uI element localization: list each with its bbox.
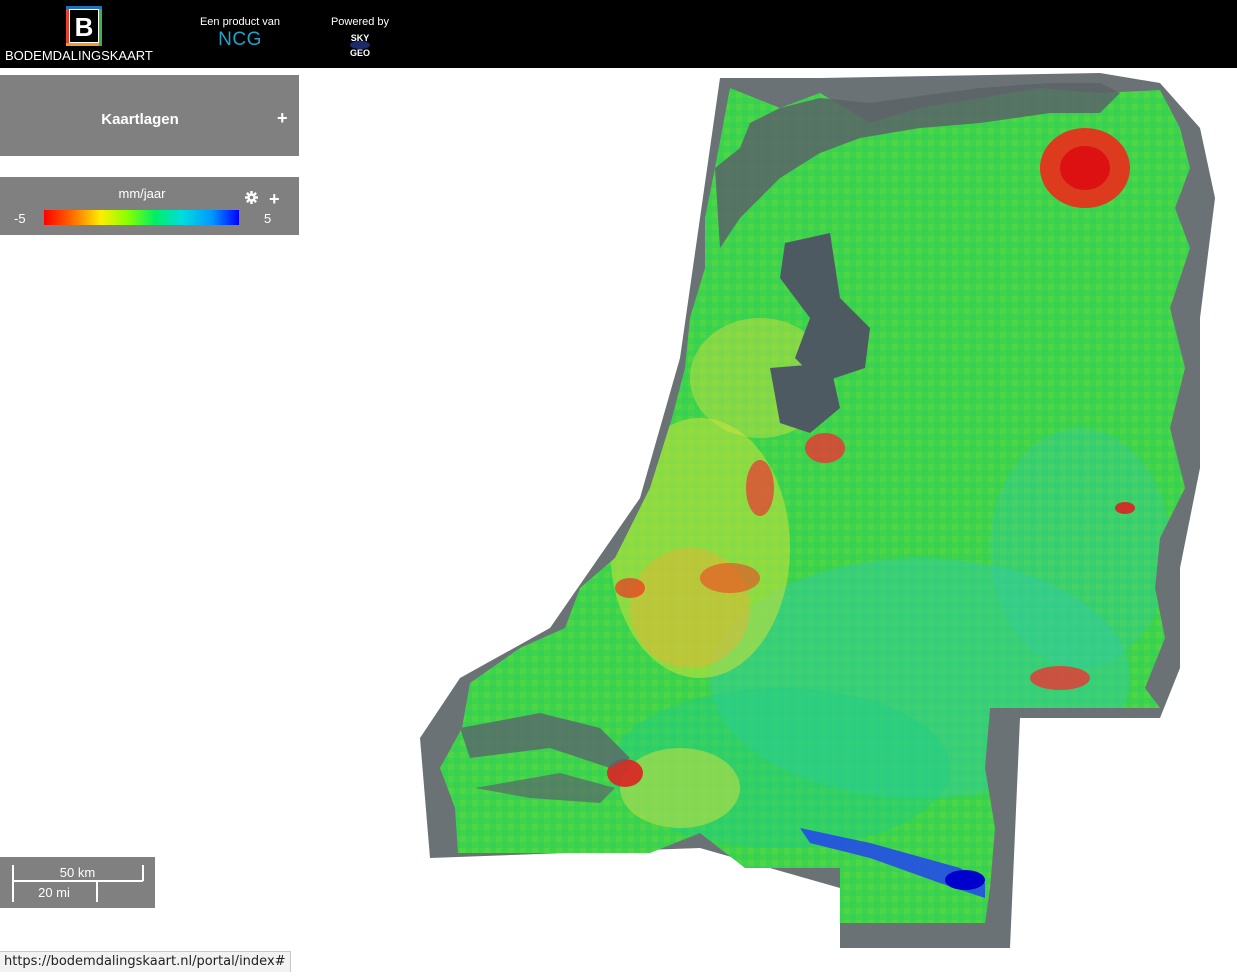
layers-expand-button[interactable]: + (277, 109, 288, 127)
skygeo-icon: SKY GEO (347, 30, 373, 58)
legend-color-bar (44, 210, 239, 225)
scale-metric: 50 km (59, 865, 96, 880)
skygeo-powered-logo[interactable]: Powered by SKY GEO (330, 16, 390, 58)
deformation-detail (440, 88, 1190, 923)
subsidence-map[interactable] (400, 68, 1237, 971)
legend-max-value: 5 (264, 211, 272, 226)
ncg-name: NCG (218, 29, 262, 50)
legend-expand-button[interactable]: + (269, 190, 280, 208)
gear-icon[interactable] (245, 191, 258, 204)
layers-panel-title: Kaartlagen (101, 111, 179, 128)
brand-name: BODEMDALINGSKAART (5, 48, 153, 63)
scale-tick-right (142, 865, 144, 881)
legend-unit: mm/jaar (118, 186, 166, 201)
logo-letter: B (75, 12, 94, 42)
scale-imperial: 20 mi (38, 885, 70, 900)
legend-panel: mm/jaar + -5 5 (0, 177, 299, 235)
legend-min-value: -5 (14, 211, 26, 226)
top-bar: B BODEMDALINGSKAART Een product van NCG … (0, 0, 1237, 68)
scale-bar: 50 km 20 mi (0, 857, 155, 908)
bodemdalingskaart-logo[interactable]: B (66, 6, 102, 46)
layers-panel[interactable]: Kaartlagen + (0, 75, 299, 156)
ncg-product-logo[interactable]: Een product van NCG (199, 16, 281, 51)
scale-line (12, 880, 143, 882)
scale-tick-mile (96, 881, 98, 902)
product-caption: Een product van (199, 16, 281, 28)
sky-text: SKY (351, 33, 370, 43)
status-bar-url: https://bodemdalingskaart.nl/portal/inde… (0, 951, 291, 972)
powered-caption: Powered by (330, 16, 390, 28)
geo-text: GEO (350, 48, 370, 58)
